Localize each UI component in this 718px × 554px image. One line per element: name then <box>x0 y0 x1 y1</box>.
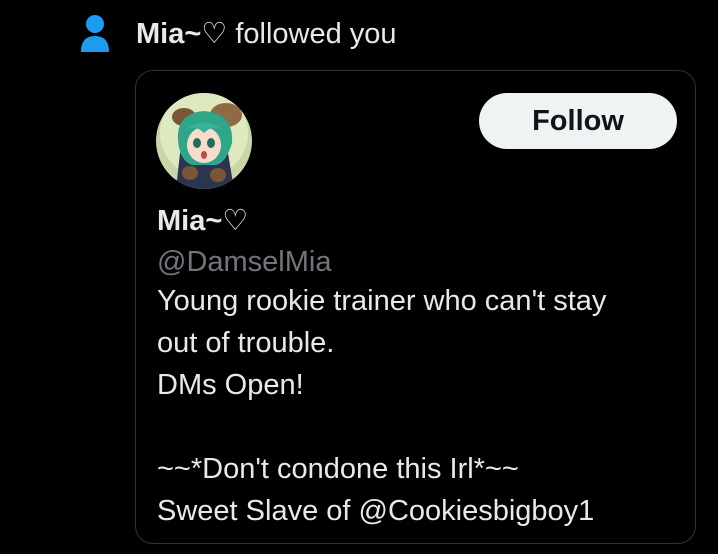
profile-card[interactable]: Follow Mia~♡ @DamselMia Young rookie tra… <box>135 70 696 544</box>
bio-line: Young rookie trainer who can't stay <box>157 285 607 317</box>
handle[interactable]: @DamselMia <box>157 243 331 281</box>
bio: Young rookie trainer who can't stay out … <box>157 280 687 532</box>
follow-button[interactable]: Follow <box>479 93 677 149</box>
person-icon <box>80 14 110 54</box>
avatar[interactable] <box>156 93 252 189</box>
display-name[interactable]: Mia~♡ <box>157 202 248 240</box>
bio-line: Sweet Slave of @Cookiesbigboy1 <box>157 495 595 527</box>
bio-line: ~~*Don't condone this Irl*~~ <box>157 453 519 485</box>
notification-text: Mia~♡ followed you <box>136 14 397 54</box>
bio-line <box>157 406 687 448</box>
bio-line: DMs Open! <box>157 369 304 401</box>
notification-action: followed you <box>235 18 397 50</box>
notification-header: Mia~♡ followed you <box>80 12 397 56</box>
notification-actor-name[interactable]: Mia~♡ <box>136 18 227 50</box>
bio-line: out of trouble. <box>157 327 335 359</box>
